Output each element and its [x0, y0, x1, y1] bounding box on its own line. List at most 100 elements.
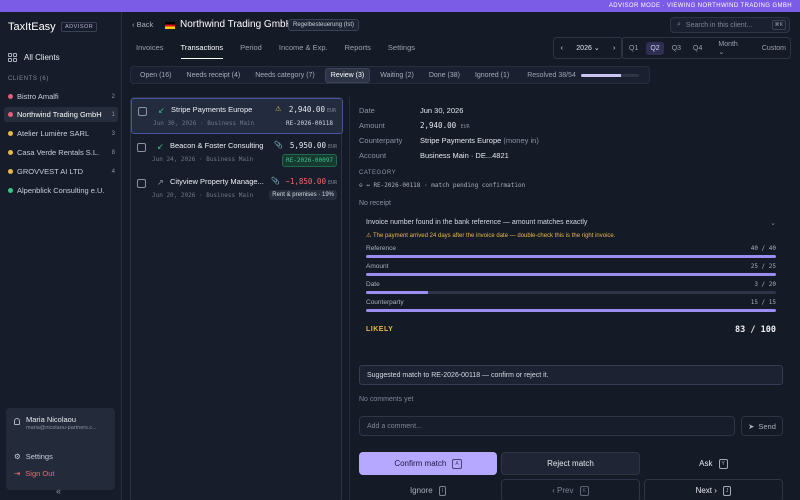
tab-reports[interactable]: Reports	[345, 43, 371, 59]
back-button[interactable]: ‹ Back	[132, 20, 153, 29]
app-logo[interactable]: TaxItEasy	[8, 21, 56, 33]
row-checkbox[interactable]	[137, 143, 146, 152]
filter-needs-category[interactable]: Needs category (7)	[250, 69, 320, 82]
tab-settings[interactable]: Settings	[388, 43, 415, 59]
currency-label: EUR	[327, 144, 337, 150]
filter-done[interactable]: Done (38)	[424, 69, 465, 82]
transaction-row[interactable]: ↙ Stripe Payments Europe ⚠ 2,940.00 EUR J…	[131, 98, 343, 134]
transaction-name: Beacon & Foster Consulting	[170, 141, 264, 150]
criterion-score: 40 / 40	[750, 245, 776, 252]
transaction-row[interactable]: ↙ Beacon & Foster Consulting 📎 5,950.00 E…	[131, 135, 343, 171]
client-name: Bistro Amalfi	[17, 92, 59, 101]
match-warning: ⚠ The payment arrived 24 days after the …	[366, 232, 615, 239]
client-name: Casa Verde Rentals S.L.	[17, 148, 100, 157]
next-year-button[interactable]: ›	[613, 45, 615, 52]
quarter-q1[interactable]: Q1	[625, 42, 642, 55]
tab-period[interactable]: Period	[240, 43, 262, 59]
transaction-account: Business Main	[206, 192, 254, 199]
client-title: Northwind Trading GmbH	[180, 19, 293, 30]
quarter-q3[interactable]: Q3	[668, 42, 685, 55]
sidebar-client-item[interactable]: Northwind Trading GmbH 1	[4, 107, 118, 122]
tab-transactions[interactable]: Transactions	[180, 43, 224, 59]
sign-out-label: Sign Out	[25, 469, 55, 478]
tab-invoices[interactable]: Invoices	[136, 43, 164, 59]
transaction-date: Jun 20, 2026	[152, 192, 196, 199]
client-count: 2	[111, 93, 115, 100]
criterion-bar-fill	[366, 273, 776, 276]
sidebar-client-item[interactable]: Alpenblick Consulting e.U.	[4, 183, 118, 198]
reject-match-button[interactable]: Reject match	[501, 452, 640, 475]
filter-waiting[interactable]: Waiting (2)	[375, 69, 419, 82]
transaction-meta: Jun 30, 2026 · Business Main	[153, 120, 255, 127]
comments-empty: No comments yet	[359, 396, 414, 403]
search-placeholder: Search in this client...	[685, 21, 753, 29]
back-label: Back	[136, 20, 154, 29]
client-name: Northwind Trading GmbH	[17, 110, 102, 119]
filter-open[interactable]: Open (16)	[135, 69, 177, 82]
search-input[interactable]: ⌕ Search in this client... ⌘K	[670, 17, 790, 33]
transaction-name: Cityview Property Manage...	[170, 177, 264, 186]
category-badge: Rent & premises · 19%	[269, 190, 337, 200]
chevron-down-icon[interactable]: ⌄	[770, 219, 776, 227]
criterion-bar	[366, 291, 776, 294]
account-value: Business Main · DE...4821	[420, 151, 509, 160]
year-value: 2026	[576, 45, 592, 52]
criterion-label: Counterparty	[366, 299, 404, 306]
criterion-bar-fill	[366, 309, 776, 312]
all-clients-link[interactable]: All Clients	[8, 50, 114, 64]
next-button[interactable]: Next › J	[644, 479, 783, 500]
tab-income-expenses[interactable]: Income & Exp.	[279, 43, 328, 59]
filter-ignored[interactable]: Ignored (1)	[470, 69, 514, 82]
ignore-label: Ignore	[409, 486, 433, 495]
transaction-amount: 5,950.00 EUR	[290, 141, 337, 150]
currency-label: EUR	[460, 124, 470, 130]
criterion-bar	[366, 309, 776, 312]
comment-input[interactable]: Add a comment...	[359, 416, 735, 436]
counterparty-label: Counterparty	[359, 136, 403, 145]
category-value: ⊖ ↔ RE-2026-00118 · match pending confir…	[359, 182, 526, 189]
sign-out-link[interactable]: ⇥ Sign Out	[14, 469, 54, 478]
transaction-list: ↙ Stripe Payments Europe ⚠ 2,940.00 EUR J…	[130, 97, 343, 500]
prev-year-button[interactable]: ‹	[561, 45, 563, 52]
transaction-row[interactable]: ↗ Cityview Property Manage... 📎 −1,850.0…	[131, 171, 343, 207]
sidebar-client-item[interactable]: GROVVEST AI LTD 4	[4, 164, 118, 179]
filter-needs-receipt[interactable]: Needs receipt (4)	[182, 69, 246, 82]
gear-icon: ⚙	[14, 452, 21, 461]
criterion-bar	[366, 273, 776, 276]
row-checkbox[interactable]	[138, 107, 147, 116]
amount-number: 2,940.00	[420, 121, 457, 130]
settings-link[interactable]: ⚙ Settings	[14, 452, 53, 461]
custom-range-button[interactable]: Custom	[758, 42, 790, 55]
sidebar-client-item[interactable]: Casa Verde Rentals S.L. 8	[4, 145, 118, 160]
filter-review[interactable]: Review (3)	[324, 67, 371, 83]
transaction-detail-panel: Date Jun 30, 2026 Amount 2,940.00 EUR Co…	[349, 97, 800, 500]
status-filter-bar: Open (16) Needs receipt (4) Needs catego…	[130, 66, 650, 84]
row-checkbox[interactable]	[137, 179, 146, 188]
transaction-amount: −1,850.00 EUR	[285, 177, 337, 186]
confirm-match-button[interactable]: Confirm match A	[359, 452, 497, 475]
german-flag-icon	[165, 22, 175, 29]
status-dot-icon	[8, 169, 13, 174]
month-dropdown[interactable]: Month ⌄	[710, 38, 754, 59]
warning-icon: ⚠	[366, 233, 372, 239]
ask-button[interactable]: Ask Y	[644, 452, 783, 475]
sign-out-icon: ⇥	[14, 469, 21, 478]
sidebar-client-item[interactable]: Atelier Lumière SARL 3	[4, 126, 118, 141]
quarter-q4[interactable]: Q4	[689, 42, 706, 55]
paperclip-icon: 📎	[274, 142, 283, 149]
client-name: Alpenblick Consulting e.U.	[17, 186, 105, 195]
send-button[interactable]: ➤ Send	[741, 416, 783, 436]
quarter-q2[interactable]: Q2	[646, 41, 664, 55]
collapse-sidebar-button[interactable]: «	[56, 486, 61, 496]
quarter-selector: Q1 Q2 Q3 Q4 Month ⌄ Custom	[621, 37, 791, 59]
sidebar-client-item[interactable]: Bistro Amalfi 2	[4, 89, 118, 104]
criterion-score: 25 / 25	[750, 263, 776, 270]
user-email: maria@nicolaou-partners.c...	[26, 425, 97, 431]
year-dropdown[interactable]: 2026 ⌄	[576, 44, 599, 52]
amount-value: 5,950.00	[289, 141, 326, 150]
warning-icon: ⚠	[275, 106, 282, 113]
client-name: GROVVEST AI LTD	[17, 167, 83, 176]
ignore-button[interactable]: Ignore I	[359, 479, 497, 500]
transaction-meta: Jun 24, 2026 · Business Main	[152, 156, 254, 163]
prev-button[interactable]: ‹ Prev K	[501, 479, 640, 500]
